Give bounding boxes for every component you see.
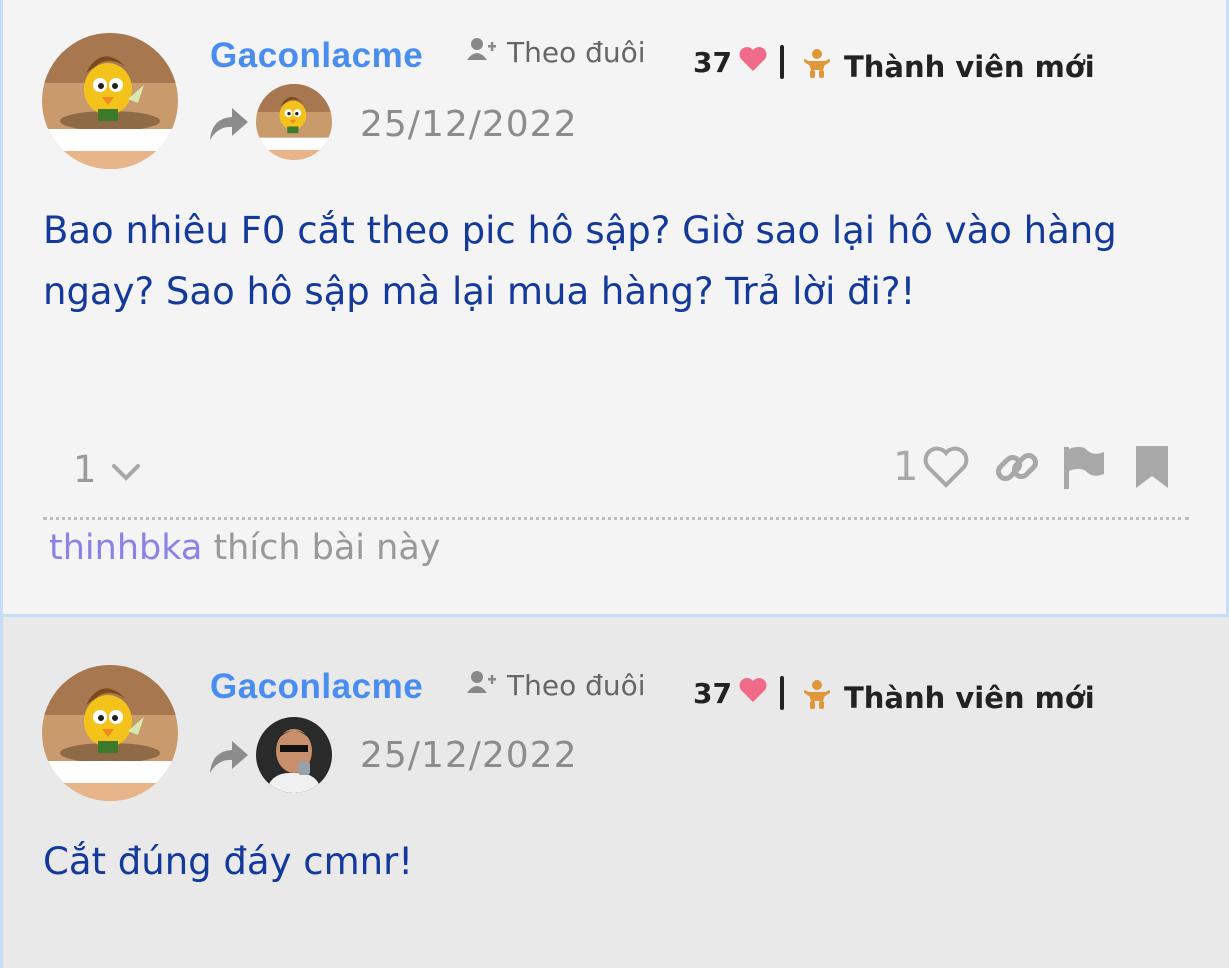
likes-received: 37	[693, 46, 768, 79]
share-arrow-icon	[208, 739, 250, 775]
header-divider	[780, 676, 784, 710]
chick-avatar-image	[42, 33, 178, 169]
liked-by-suffix: thích bài này	[202, 528, 441, 568]
follow-label: Theo đuôi	[507, 36, 646, 69]
flag-icon	[1064, 446, 1105, 489]
rank-label: Thành viên mới	[844, 49, 1095, 84]
heart-icon	[738, 46, 768, 79]
man-avatar-image	[256, 717, 332, 793]
post-1: Gaconlacme Theo đuôi 37 Thành viên mới 2…	[0, 0, 1229, 617]
reply-count: 1	[73, 448, 97, 491]
likes-received-count: 37	[693, 677, 732, 710]
heart-icon	[738, 677, 768, 710]
chick-avatar-image	[256, 84, 332, 160]
bookmark-button[interactable]	[1134, 444, 1170, 490]
replies-toggle[interactable]: 1	[73, 448, 141, 491]
post-content: Cắt đúng đáy cmnr!	[43, 840, 414, 883]
reply-to-avatar[interactable]	[256, 717, 332, 793]
heart-outline-icon	[924, 446, 969, 488]
post-actions: 1	[893, 444, 1170, 490]
post-date[interactable]: 25/12/2022	[360, 735, 578, 776]
member-rank: Thành viên mới	[803, 48, 1095, 85]
author-username[interactable]: Gaconlacme	[210, 667, 423, 707]
reply-to-avatar[interactable]	[256, 84, 332, 160]
like-count: 1	[893, 444, 919, 490]
post-content: Bao nhiêu F0 cắt theo pic hô sập? Giờ sa…	[43, 209, 1117, 313]
share-arrow-icon	[208, 106, 250, 142]
flag-button[interactable]	[1062, 444, 1106, 490]
follow-button[interactable]: Theo đuôi	[467, 669, 646, 702]
bookmark-icon	[1136, 446, 1169, 488]
chick-avatar-image	[42, 665, 178, 801]
rank-label: Thành viên mới	[844, 680, 1095, 715]
likes-received: 37	[693, 677, 768, 710]
author-avatar[interactable]	[42, 665, 178, 801]
copy-link-button[interactable]	[994, 444, 1040, 490]
baby-icon	[803, 679, 831, 716]
chevron-down-icon	[111, 448, 141, 491]
member-rank: Thành viên mới	[803, 679, 1095, 716]
user-plus-icon	[467, 669, 497, 702]
follow-button[interactable]: Theo đuôi	[467, 36, 646, 69]
liker-username[interactable]: thinhbka	[49, 528, 202, 568]
author-avatar[interactable]	[42, 33, 178, 169]
link-icon	[996, 452, 1039, 482]
like-button[interactable]	[922, 445, 970, 489]
user-plus-icon	[467, 36, 497, 69]
likes-received-count: 37	[693, 46, 732, 79]
baby-icon	[803, 48, 831, 85]
post-date[interactable]: 25/12/2022	[360, 104, 578, 145]
post-2: Gaconlacme Theo đuôi 37 Thành viên mới 2…	[0, 617, 1229, 968]
liked-by: thinhbka thích bài này	[49, 528, 441, 568]
follow-label: Theo đuôi	[507, 669, 646, 702]
header-divider	[780, 45, 784, 79]
likes-divider	[43, 517, 1189, 520]
author-username[interactable]: Gaconlacme	[210, 36, 423, 76]
